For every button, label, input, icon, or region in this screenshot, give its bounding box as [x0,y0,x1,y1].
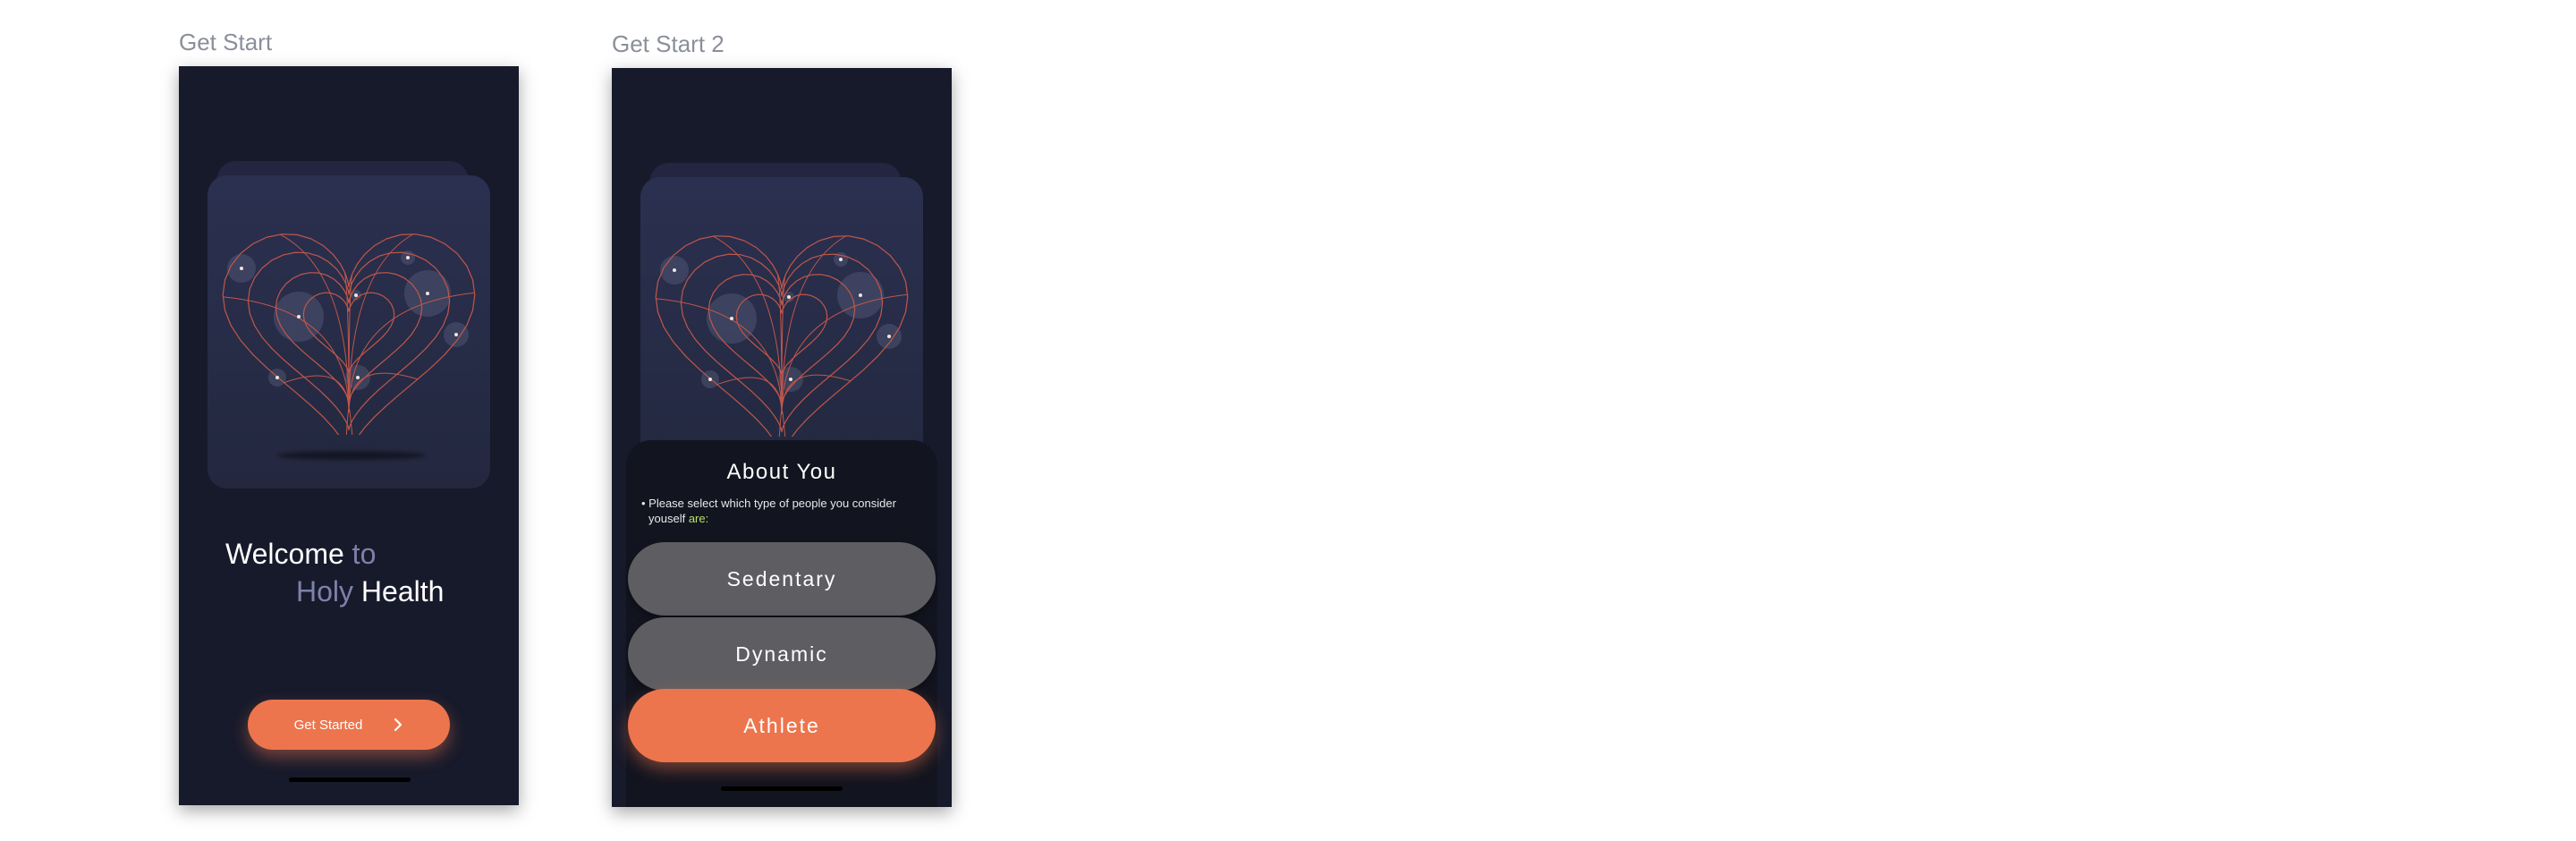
option-sedentary-button[interactable]: Sedentary [628,542,936,616]
sheet-description: • Please select which type of people you… [641,496,936,526]
node-dot [240,267,243,270]
node-dot [789,378,792,381]
heart-meridian [348,292,475,413]
node-dot [356,376,360,379]
wireframe-heart-illustration [655,235,909,437]
node-dot [454,333,458,336]
heart-meridian [781,410,786,437]
heart-meridian [781,293,908,415]
welcome-word: Welcome [225,538,344,570]
frame-label-get-start: Get Start [179,29,273,55]
node-dot [887,335,891,338]
heart-meridian [348,408,353,435]
frame-label-get-start-2: Get Start 2 [612,30,724,57]
home-indicator [289,777,411,782]
node-dot [787,295,791,299]
card-shadow [277,451,426,460]
node-dot [354,293,358,297]
illustration-card [208,175,490,488]
home-indicator [721,786,843,791]
chevron-right-icon [394,718,402,732]
node-dot [730,317,733,320]
get-started-label: Get Started [293,717,363,733]
heart-meridian [716,377,783,415]
get-started-button[interactable]: Get Started [248,700,450,750]
to-word: to [352,538,377,570]
welcome-heading: Welcome to Holy Health [225,535,444,610]
node-dot [859,293,862,297]
node-dot [839,258,843,261]
phone-frame-get-start-2: About You • Please select which type of … [612,68,952,807]
option-dynamic-button[interactable]: Dynamic [628,617,936,691]
node-dot [673,268,676,272]
node-dot [275,376,279,379]
sheet-title: About You [726,460,837,484]
node-dot [426,292,429,295]
node-dot [297,315,301,319]
holy-word: Holy [296,575,354,607]
heart-meridian [284,375,350,413]
health-word: Health [360,575,445,607]
phone-frame-get-start: Welcome to Holy Health Get Started [179,66,519,805]
wireframe-heart-illustration [222,234,476,435]
description-accent: are: [688,512,709,525]
node-dot [406,256,410,259]
description-line-2: youself [648,512,686,525]
option-athlete-button[interactable]: Athlete [628,689,936,762]
description-line-1: • Please select which type of people you… [641,497,896,510]
node-dot [708,378,712,381]
